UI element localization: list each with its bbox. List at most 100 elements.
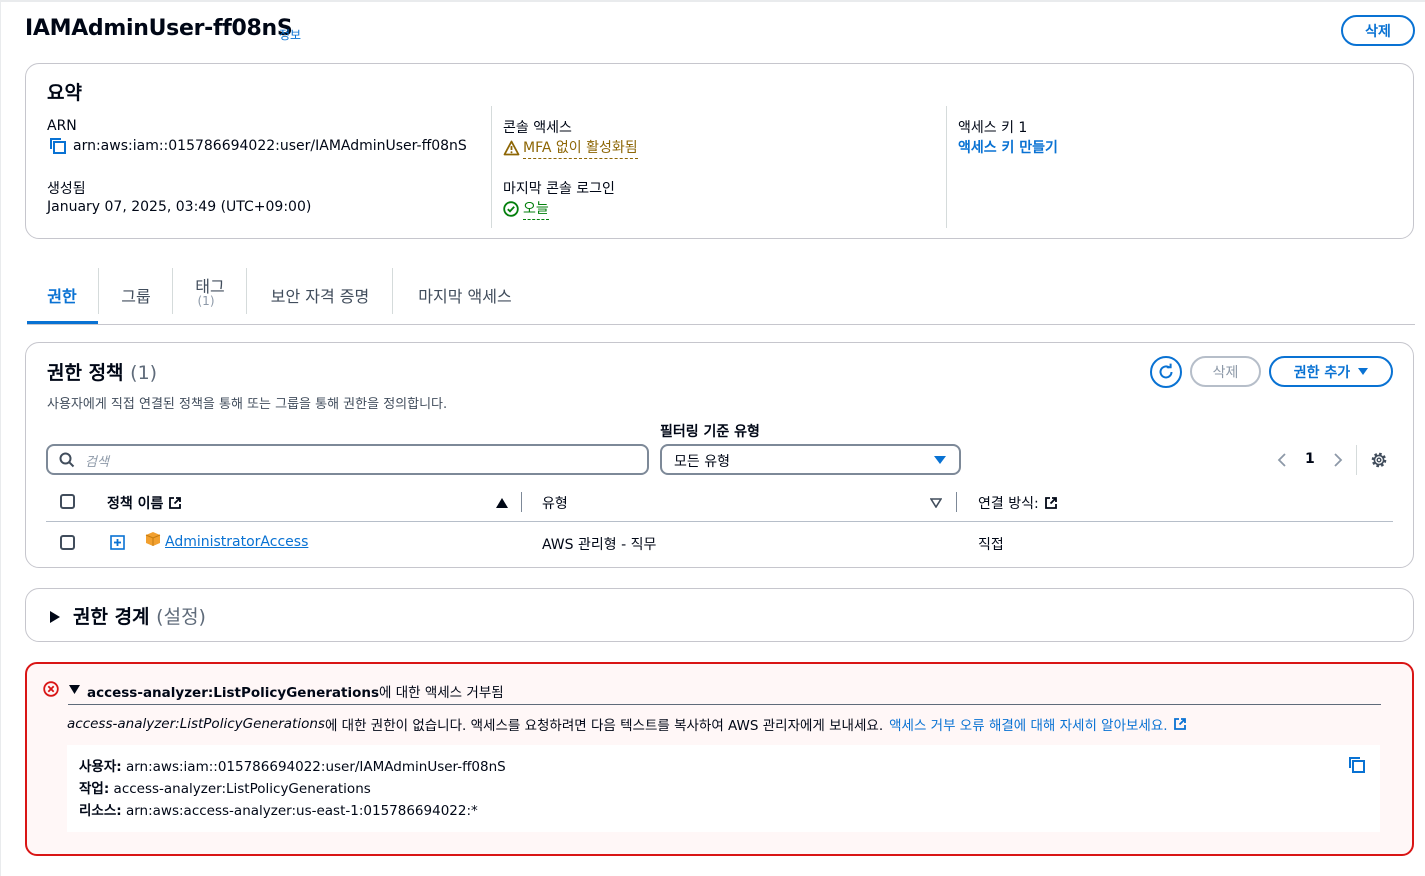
access-denied-alert: access-analyzer:ListPolicyGenerations에 대… [25, 662, 1414, 856]
delete-user-button[interactable]: 삭제 [1341, 15, 1415, 46]
chevron-left-icon[interactable] [1277, 453, 1287, 467]
permissions-card: 권한 정책 (1) 사용자에게 직접 연결된 정책을 통해 또는 그룹을 통해 … [25, 342, 1414, 568]
page-title: IAMAdminUser-ff08nS [25, 16, 293, 41]
request-details-box: 사용자: arn:aws:iam::015786694022:user/IAMA… [67, 745, 1380, 832]
search-input[interactable]: 검색 [46, 444, 649, 475]
gear-icon[interactable] [1370, 451, 1388, 469]
learn-more-link[interactable]: 액세스 거부 오류 해결에 대해 자세히 알아보세요. [889, 714, 1167, 734]
column-resizer[interactable] [956, 492, 957, 512]
check-circle-icon [503, 201, 519, 217]
create-access-key-link[interactable]: 액세스 키 만들기 [958, 137, 1058, 157]
tab-divider [172, 268, 173, 314]
alert-divider [68, 704, 1381, 705]
warning-icon [503, 140, 520, 156]
tab-divider [246, 268, 247, 314]
permissions-boundary-state: (설정) [156, 606, 206, 628]
column-divider [946, 106, 947, 228]
permissions-description: 사용자에게 직접 연결된 정책을 통해 또는 그룹을 통해 권한을 정의합니다. [47, 397, 448, 412]
caret-down-icon [1358, 367, 1369, 375]
last-login-value[interactable]: 오늘 [523, 198, 549, 220]
request-details: 사용자: arn:aws:iam::015786694022:user/IAMA… [79, 756, 506, 822]
add-permissions-button[interactable]: 권한 추가 [1269, 356, 1393, 387]
external-link-icon [1044, 497, 1057, 509]
permissions-boundary-card[interactable]: 권한 경계 (설정) [25, 588, 1414, 642]
sort-ascending-icon[interactable] [496, 498, 508, 508]
permissions-count: (1) [130, 362, 158, 384]
policy-name-link[interactable]: AdministratorAccess [165, 534, 308, 550]
tab-divider [392, 268, 393, 314]
external-link-icon[interactable] [1173, 717, 1187, 731]
permissions-title: 권한 정책 (1) [47, 358, 157, 385]
detail-action: 작업: access-analyzer:ListPolicyGeneration… [79, 778, 506, 800]
column-attached-via[interactable]: 연결 방식: [978, 493, 1058, 513]
left-border [0, 0, 1, 876]
detail-resource-label: 리소스: [79, 803, 122, 819]
refresh-icon [1159, 363, 1173, 379]
page-number[interactable]: 1 [1305, 451, 1315, 467]
column-policy-name[interactable]: 정책 이름 [107, 493, 182, 513]
created-value: January 07, 2025, 03:49 (UTC+09:00) [47, 199, 312, 215]
add-permissions-label: 권한 추가 [1293, 364, 1351, 381]
tab-security-credentials[interactable]: 보안 자격 증명 [248, 283, 392, 307]
filter-label: 필터링 기준 유형 [660, 424, 760, 440]
tab-tags-count: (1) [197, 294, 215, 308]
sort-icon[interactable] [930, 498, 942, 508]
refresh-button[interactable] [1150, 356, 1182, 388]
expand-icon[interactable] [110, 535, 125, 550]
arn-row: arn:aws:iam::015786694022:user/IAMAdminU… [49, 137, 467, 155]
delete-policy-button[interactable]: 삭제 [1190, 356, 1261, 387]
alert-body: access-analyzer:ListPolicyGenerations 에 대… [67, 714, 1187, 734]
filter-type-value: 모든 유형 [674, 454, 730, 470]
chevron-right-icon[interactable] [1333, 453, 1343, 467]
external-link-icon [169, 497, 182, 509]
caret-down-icon[interactable] [69, 685, 80, 694]
last-login-row: 오늘 [503, 198, 549, 220]
search-icon [59, 452, 75, 468]
column-type[interactable]: 유형 [542, 493, 568, 513]
aws-managed-policy-icon [145, 532, 161, 546]
caret-right-icon[interactable] [50, 611, 60, 623]
column-policy-name-label: 정책 이름 [107, 496, 164, 512]
column-divider [491, 106, 492, 228]
select-all-checkbox[interactable] [60, 494, 75, 509]
detail-resource-value: arn:aws:access-analyzer:us-east-1:015786… [125, 803, 478, 819]
column-resizer[interactable] [521, 492, 522, 512]
tab-last-accessed[interactable]: 마지막 액세스 [394, 283, 536, 307]
console-access-label: 콘솔 액세스 [503, 120, 572, 136]
summary-card: 요약 ARN arn:aws:iam::015786694022:user/IA… [25, 63, 1414, 239]
detail-user-value: arn:aws:iam::015786694022:user/IAMAdminU… [125, 759, 506, 775]
tab-divider [98, 268, 99, 314]
row-checkbox[interactable] [60, 535, 75, 550]
detail-resource: 리소스: arn:aws:access-analyzer:us-east-1:0… [79, 800, 506, 822]
alert-heading-suffix: 에 대한 액세스 거부됨 [379, 685, 504, 701]
alert-heading[interactable]: access-analyzer:ListPolicyGenerations에 대… [87, 681, 504, 701]
console-access-row: MFA 없이 활성화됨 [503, 137, 638, 159]
detail-action-value: access-analyzer:ListPolicyGenerations [113, 781, 371, 797]
last-login-label: 마지막 콘솔 로그인 [503, 181, 615, 197]
alert-heading-code: access-analyzer:ListPolicyGenerations [87, 685, 379, 701]
alert-body-text: 에 대한 권한이 없습니다. 액세스를 요청하려면 다음 텍스트를 복사하여 A… [324, 718, 884, 734]
tab-permissions[interactable]: 권한 [27, 283, 97, 307]
summary-title: 요약 [47, 82, 82, 104]
copy-icon[interactable] [49, 137, 67, 155]
permissions-boundary-text: 권한 경계 [73, 606, 150, 628]
permissions-boundary-title[interactable]: 권한 경계 (설정) [73, 602, 206, 629]
policy-attached-via: 직접 [978, 537, 1004, 553]
created-label: 생성됨 [47, 181, 86, 197]
console-access-value[interactable]: MFA 없이 활성화됨 [523, 137, 638, 159]
error-icon [43, 681, 59, 697]
info-link[interactable]: 정보 [279, 26, 301, 43]
detail-user: 사용자: arn:aws:iam::015786694022:user/IAMA… [79, 756, 506, 778]
top-border [0, 0, 1425, 2]
arn-value: arn:aws:iam::015786694022:user/IAMAdminU… [73, 138, 467, 154]
filter-type-select[interactable]: 모든 유형 [660, 444, 961, 475]
pagination-divider [1356, 445, 1357, 475]
copy-icon[interactable] [1348, 756, 1366, 774]
tabs-baseline [27, 324, 1415, 325]
caret-down-icon [934, 456, 946, 464]
alert-body-code: access-analyzer:ListPolicyGenerations [67, 716, 325, 732]
detail-user-label: 사용자: [79, 759, 122, 775]
arn-label: ARN [47, 118, 77, 134]
tab-groups[interactable]: 그룹 [100, 283, 172, 307]
permissions-title-text: 권한 정책 [47, 362, 124, 384]
